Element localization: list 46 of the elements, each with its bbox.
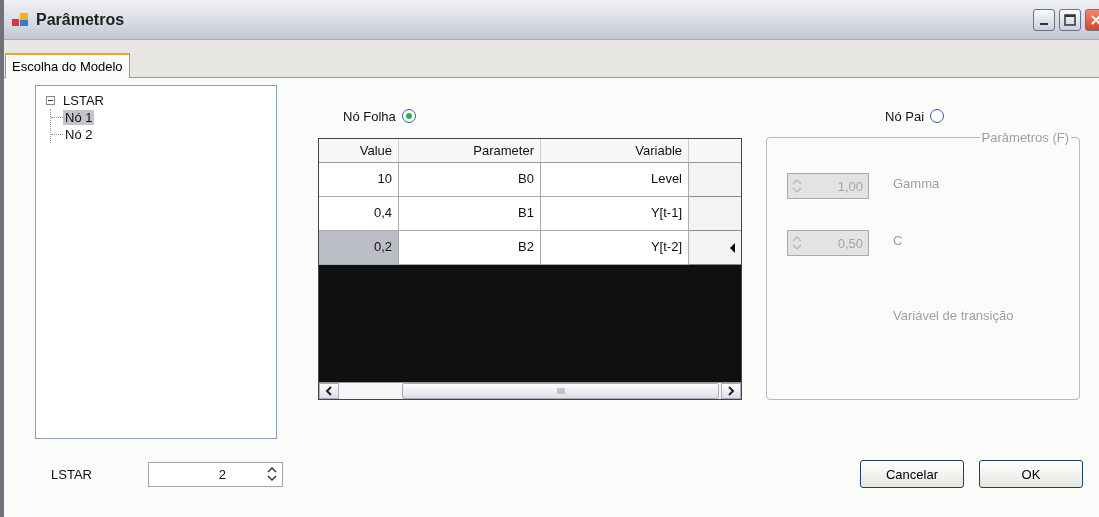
spin-arrows-icon[interactable] xyxy=(265,466,278,482)
maximize-icon xyxy=(1064,13,1076,26)
maximize-button[interactable] xyxy=(1059,8,1081,31)
field-label: Gamma xyxy=(893,175,940,191)
row-header[interactable] xyxy=(689,231,741,265)
tree-item[interactable]: Nó 2 xyxy=(63,127,95,142)
dialog-button[interactable]: Cancelar xyxy=(860,460,964,488)
field-label: Variável de transição xyxy=(893,308,1015,323)
window-title: Parâmetros xyxy=(36,10,126,29)
tree-item[interactable]: Nó 1 xyxy=(63,110,95,125)
table-cell: Y[t-1] xyxy=(541,197,689,231)
table-cell: 0,4 xyxy=(319,197,399,231)
tree-item[interactable]: LSTAR xyxy=(61,93,106,108)
table-cell: B0 xyxy=(399,163,541,197)
group-title: Parâmetros (F) xyxy=(980,130,1070,145)
table-cell: Y[t-2] xyxy=(541,231,689,265)
table-cell: Level xyxy=(541,163,689,197)
radio-button[interactable] xyxy=(930,109,945,123)
chevron-right-icon xyxy=(727,386,735,396)
table-cell: B1 xyxy=(399,197,541,231)
app-icon xyxy=(12,12,28,27)
row-header[interactable] xyxy=(689,163,741,197)
radio-label: Nó Pai xyxy=(885,108,925,124)
radio-label: Nó Folha xyxy=(343,108,396,124)
column-header[interactable]: Value xyxy=(319,139,399,162)
column-header[interactable]: Parameter xyxy=(399,139,541,162)
collapse-icon[interactable] xyxy=(46,96,55,105)
horizontal-scrollbar[interactable] xyxy=(319,382,741,399)
current-row-icon xyxy=(730,242,735,253)
table-cell: 10 xyxy=(319,163,399,197)
minimize-icon xyxy=(1040,22,1048,25)
field-label: C xyxy=(893,232,903,248)
tab[interactable]: Escolha do Modelo xyxy=(5,53,130,78)
row-header[interactable] xyxy=(689,197,741,231)
number-field[interactable]: 2 xyxy=(147,461,283,487)
field-label: LSTAR xyxy=(51,466,92,482)
radio-button[interactable] xyxy=(401,109,416,123)
scroll-thumb[interactable] xyxy=(402,383,719,399)
minimize-button[interactable] xyxy=(1033,8,1055,31)
dialog-button[interactable]: OK xyxy=(979,460,1083,488)
table-cell: B2 xyxy=(399,231,541,265)
close-icon xyxy=(1090,13,1099,26)
scroll-right-button[interactable] xyxy=(721,383,741,399)
table-cell: 0,2 xyxy=(319,231,399,265)
chevron-left-icon xyxy=(325,386,333,396)
scroll-left-button[interactable] xyxy=(319,383,339,399)
